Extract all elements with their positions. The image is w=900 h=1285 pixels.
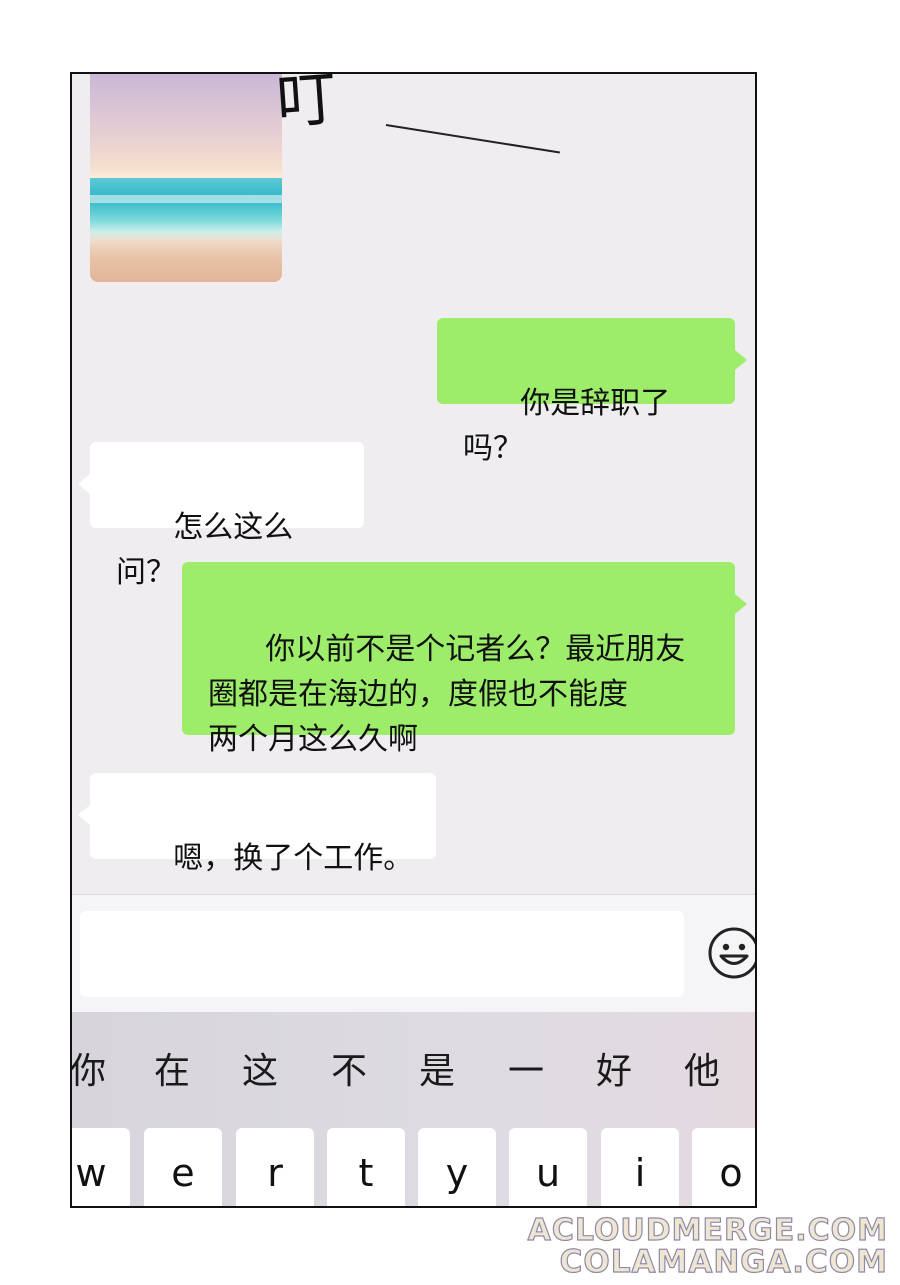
phone-chat-screen: 你是辞职了吗？ 怎么这么问？ 你以前不是个记者么？最近朋友 圈都是在海边的，度假… — [70, 72, 757, 1208]
message-text: 嗯，换了个工作。 — [173, 841, 414, 876]
key-r[interactable]: r — [236, 1128, 314, 1206]
candidate-bar: 你 在 这 不 是 一 好 他 — [72, 1012, 755, 1124]
candidate-word[interactable]: 他 — [672, 1042, 732, 1094]
key-w[interactable]: w — [72, 1128, 130, 1206]
keyboard: 你 在 这 不 是 一 好 他 w e r t y u i o — [72, 1012, 755, 1206]
chat-history[interactable]: 你是辞职了吗？ 怎么这么问？ 你以前不是个记者么？最近朋友 圈都是在海边的，度假… — [72, 74, 755, 894]
candidate-word[interactable]: 你 — [72, 1042, 118, 1094]
message-bubble-sent[interactable]: 你以前不是个记者么？最近朋友 圈都是在海边的，度假也不能度 两个月这么久啊 — [182, 562, 747, 757]
candidate-word[interactable]: 这 — [230, 1042, 290, 1094]
key-y[interactable]: y — [418, 1128, 496, 1206]
key-u[interactable]: u — [509, 1128, 587, 1206]
key-e[interactable]: e — [144, 1128, 222, 1206]
message-bubble-sent[interactable]: 你是辞职了吗？ — [437, 318, 747, 466]
sound-effect-ding: 叮 — [274, 63, 339, 138]
candidate-word[interactable]: 一 — [496, 1042, 556, 1094]
watermark-colamanga: COLAMANGA.COM — [559, 1243, 888, 1280]
message-text: 你是辞职了吗？ — [463, 386, 671, 466]
candidate-word[interactable]: 不 — [319, 1042, 379, 1094]
message-input[interactable] — [80, 911, 684, 997]
smiley-face-icon[interactable] — [706, 925, 755, 981]
candidate-word[interactable]: 是 — [407, 1042, 467, 1094]
message-bubble-received[interactable]: 嗯，换了个工作。 — [78, 773, 436, 876]
candidate-word[interactable]: 好 — [584, 1042, 644, 1094]
input-bar — [72, 894, 755, 1013]
key-i[interactable]: i — [601, 1128, 679, 1206]
beach-photo-message[interactable] — [90, 74, 282, 282]
watermark-acloudmerge: ACLOUDMERGE.COM — [527, 1212, 888, 1248]
message-bubble-received[interactable]: 怎么这么问？ — [78, 442, 364, 590]
key-o[interactable]: o — [692, 1128, 755, 1206]
candidate-word[interactable]: 在 — [142, 1042, 202, 1094]
message-text: 你以前不是个记者么？最近朋友 圈都是在海边的，度假也不能度 两个月这么久啊 — [208, 632, 686, 757]
key-t[interactable]: t — [327, 1128, 405, 1206]
